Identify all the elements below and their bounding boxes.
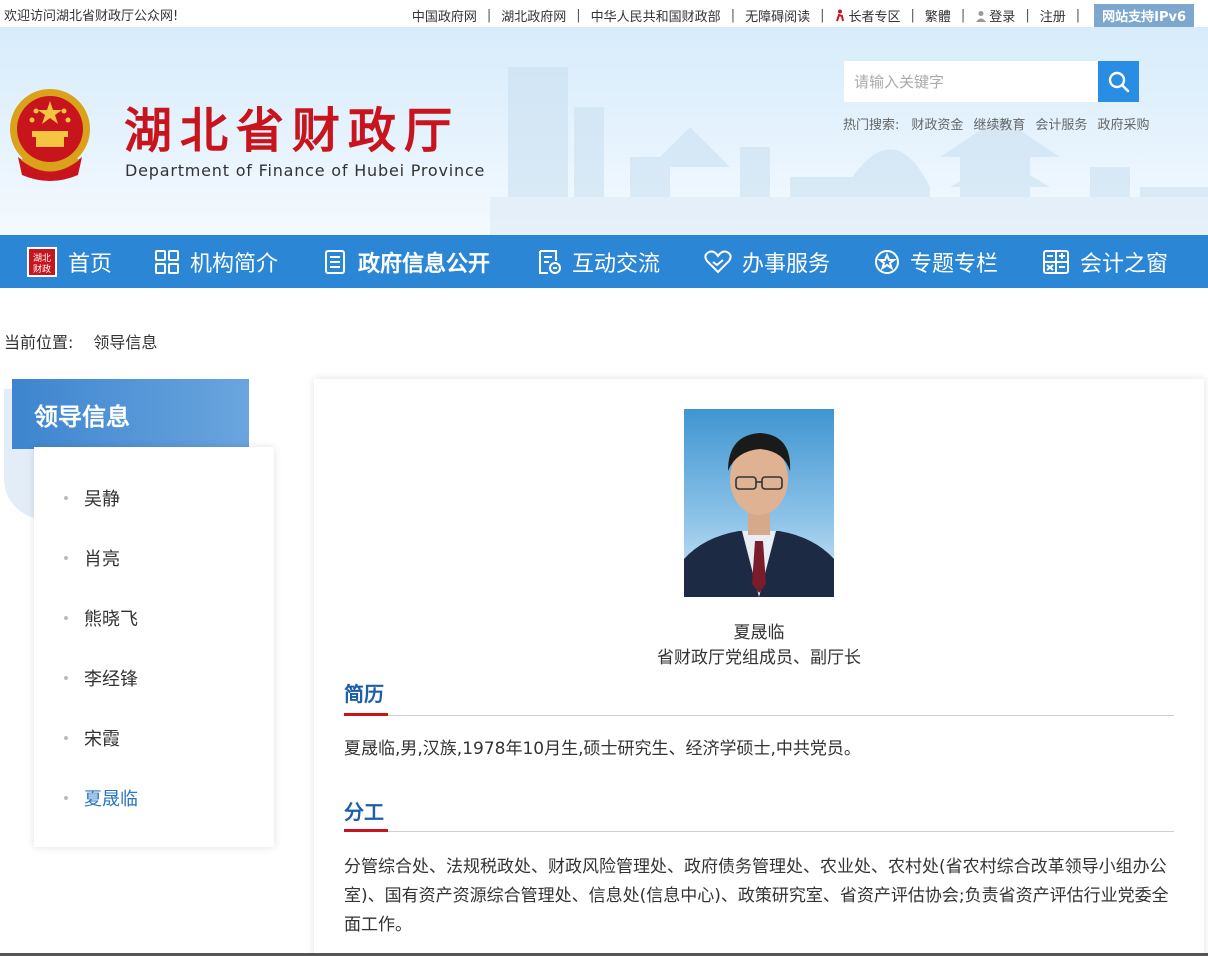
heart-hand-icon xyxy=(704,250,732,273)
svg-text:湖北: 湖北 xyxy=(33,253,51,264)
sidebar-item[interactable]: 吴静 xyxy=(34,483,274,513)
breadcrumb-current[interactable]: 领导信息 xyxy=(93,333,157,352)
nav-item-about[interactable]: 机构简介 xyxy=(154,235,278,288)
calculator-icon xyxy=(1043,249,1069,274)
star-circle-icon xyxy=(875,249,899,274)
elderly-icon xyxy=(836,9,845,22)
link-register[interactable]: 注册 xyxy=(1040,6,1066,25)
top-bar: 欢迎访问湖北省财政厅公众网! 中国政府网 | 湖北政府网 | 中华人民共和国财政… xyxy=(0,0,1208,27)
bullet-dot xyxy=(64,496,68,500)
site-subtitle: Department of Finance of Hubei Province xyxy=(125,161,486,180)
link-hubei-gov[interactable]: 湖北政府网 xyxy=(501,6,566,25)
nav-label: 政府信息公开 xyxy=(358,251,491,277)
bullet-dot xyxy=(64,556,68,560)
sidebar-item-label: 宋霞 xyxy=(84,729,120,750)
profile-panel: 夏晟临 省财政厅党组成员、副厅长 简历 夏晟临,男,汉族,1978年10月生,硕… xyxy=(314,379,1204,956)
hot-search: 热门搜索: 财政资金 继续教育 会计服务 政府采购 xyxy=(843,114,1159,133)
separator: | xyxy=(730,8,736,23)
sidebar-item-label: 夏晟临 xyxy=(84,789,138,810)
ipv6-badge: 网站支持IPv6 xyxy=(1094,4,1194,27)
sidebar-item[interactable]: 李经锋 xyxy=(34,663,274,693)
main-nav: 湖北 财政 首页 机构简介 政府信息公开 互动交流 办事服务 专题专栏 会计之窗 xyxy=(0,235,1208,288)
link-elderly[interactable]: 长者专区 xyxy=(834,6,901,25)
resume-text: 夏晟临,男,汉族,1978年10月生,硕士研究生、经济学硕士,中共党员。 xyxy=(344,739,861,759)
link-gov-cn[interactable]: 中国政府网 xyxy=(412,6,477,25)
nav-item-services[interactable]: 办事服务 xyxy=(704,235,830,288)
separator: | xyxy=(486,8,492,23)
bullet-dot xyxy=(64,736,68,740)
chat-form-icon xyxy=(539,249,561,274)
nav-item-accounting[interactable]: 会计之窗 xyxy=(1042,235,1168,288)
separator: | xyxy=(576,8,581,23)
site-title: 湖北省财政厅 xyxy=(124,103,461,159)
section-divider xyxy=(344,831,1174,832)
nav-label: 机构简介 xyxy=(190,251,279,277)
national-emblem-icon xyxy=(10,89,90,181)
login-label: 登录 xyxy=(989,10,1016,25)
leader-name: 夏晟临 xyxy=(733,623,785,643)
sidebar-item-label: 吴静 xyxy=(84,489,120,510)
duty-text: 分管综合处、法规税政处、财政风险管理处、政府债务管理处、农业处、农村处(省农村综… xyxy=(344,857,1169,935)
link-traditional[interactable]: 繁體 xyxy=(925,6,951,25)
hot-link-accounting-service[interactable]: 会计服务 xyxy=(1035,114,1087,133)
sidebar-item-active[interactable]: 夏晟临 xyxy=(34,783,274,813)
breadcrumb-label: 当前位置: xyxy=(4,333,74,352)
nav-item-gov-info[interactable]: 政府信息公开 xyxy=(322,235,490,288)
top-links: 中国政府网 | 湖北政府网 | 中华人民共和国财政部 | 无障碍阅读 | 长者专… xyxy=(412,4,1194,27)
separator: | xyxy=(910,8,915,23)
svg-text:财政: 财政 xyxy=(33,263,51,275)
hot-search-label: 热门搜索: xyxy=(843,118,900,133)
section-accent-bar xyxy=(344,829,388,832)
separator: | xyxy=(960,8,966,23)
breadcrumb: 当前位置: 领导信息 xyxy=(4,329,157,353)
sidebar-item[interactable]: 熊晓飞 xyxy=(34,603,274,633)
bullet-dot xyxy=(64,676,68,680)
leader-position: 省财政厅党组成员、副厅长 xyxy=(657,648,861,668)
nav-label: 办事服务 xyxy=(742,251,831,277)
nav-item-home[interactable]: 湖北 财政 首页 xyxy=(26,235,112,288)
section-divider xyxy=(344,715,1174,716)
nav-label: 专题专栏 xyxy=(910,251,999,277)
document-icon xyxy=(325,249,345,274)
sidebar-list: 吴静 肖亮 熊晓飞 李经锋 宋霞 夏晟临 xyxy=(34,447,274,847)
bullet-dot xyxy=(64,616,68,620)
sidebar-item[interactable]: 肖亮 xyxy=(34,543,274,573)
link-mof[interactable]: 中华人民共和国财政部 xyxy=(591,6,721,25)
link-accessibility[interactable]: 无障碍阅读 xyxy=(745,6,810,25)
sidebar-title: 领导信息 xyxy=(34,403,130,431)
sidebar-item-label: 熊晓飞 xyxy=(84,609,138,630)
nav-label: 会计之窗 xyxy=(1080,251,1169,277)
search-icon xyxy=(1108,71,1129,92)
hot-link-finance-funds[interactable]: 财政资金 xyxy=(911,114,963,133)
elderly-label: 长者专区 xyxy=(848,10,901,25)
section-accent-bar xyxy=(344,713,388,716)
link-login[interactable]: 登录 xyxy=(975,6,1015,25)
sidebar-item-label: 李经锋 xyxy=(84,669,138,690)
separator: | xyxy=(1025,8,1030,23)
resume-heading: 简历 xyxy=(344,682,384,706)
hubei-finance-seal-icon: 湖北财政 xyxy=(27,246,57,277)
separator: | xyxy=(820,8,825,23)
grid-icon xyxy=(155,249,179,274)
sidebar-item[interactable]: 宋霞 xyxy=(34,723,274,753)
nav-label: 首页 xyxy=(68,251,113,277)
search-box xyxy=(844,61,1139,102)
sidebar-item-label: 肖亮 xyxy=(84,549,120,570)
nav-label: 互动交流 xyxy=(572,251,661,277)
nav-item-interaction[interactable]: 互动交流 xyxy=(536,235,660,288)
hot-link-continuing-education[interactable]: 继续教育 xyxy=(973,114,1025,133)
duty-heading: 分工 xyxy=(344,800,384,824)
nav-item-special-topics[interactable]: 专题专栏 xyxy=(874,235,998,288)
welcome-text: 欢迎访问湖北省财政厅公众网! xyxy=(4,9,179,24)
separator: | xyxy=(1075,8,1081,23)
search-input[interactable] xyxy=(844,61,1098,102)
search-button[interactable] xyxy=(1098,61,1139,102)
portrait-photo xyxy=(684,409,834,597)
user-icon xyxy=(976,10,987,22)
site-header: 湖北省财政厅 Department of Finance of Hubei Pr… xyxy=(0,27,1208,235)
bullet-dot xyxy=(64,796,68,800)
hot-link-gov-procurement[interactable]: 政府采购 xyxy=(1097,114,1149,133)
